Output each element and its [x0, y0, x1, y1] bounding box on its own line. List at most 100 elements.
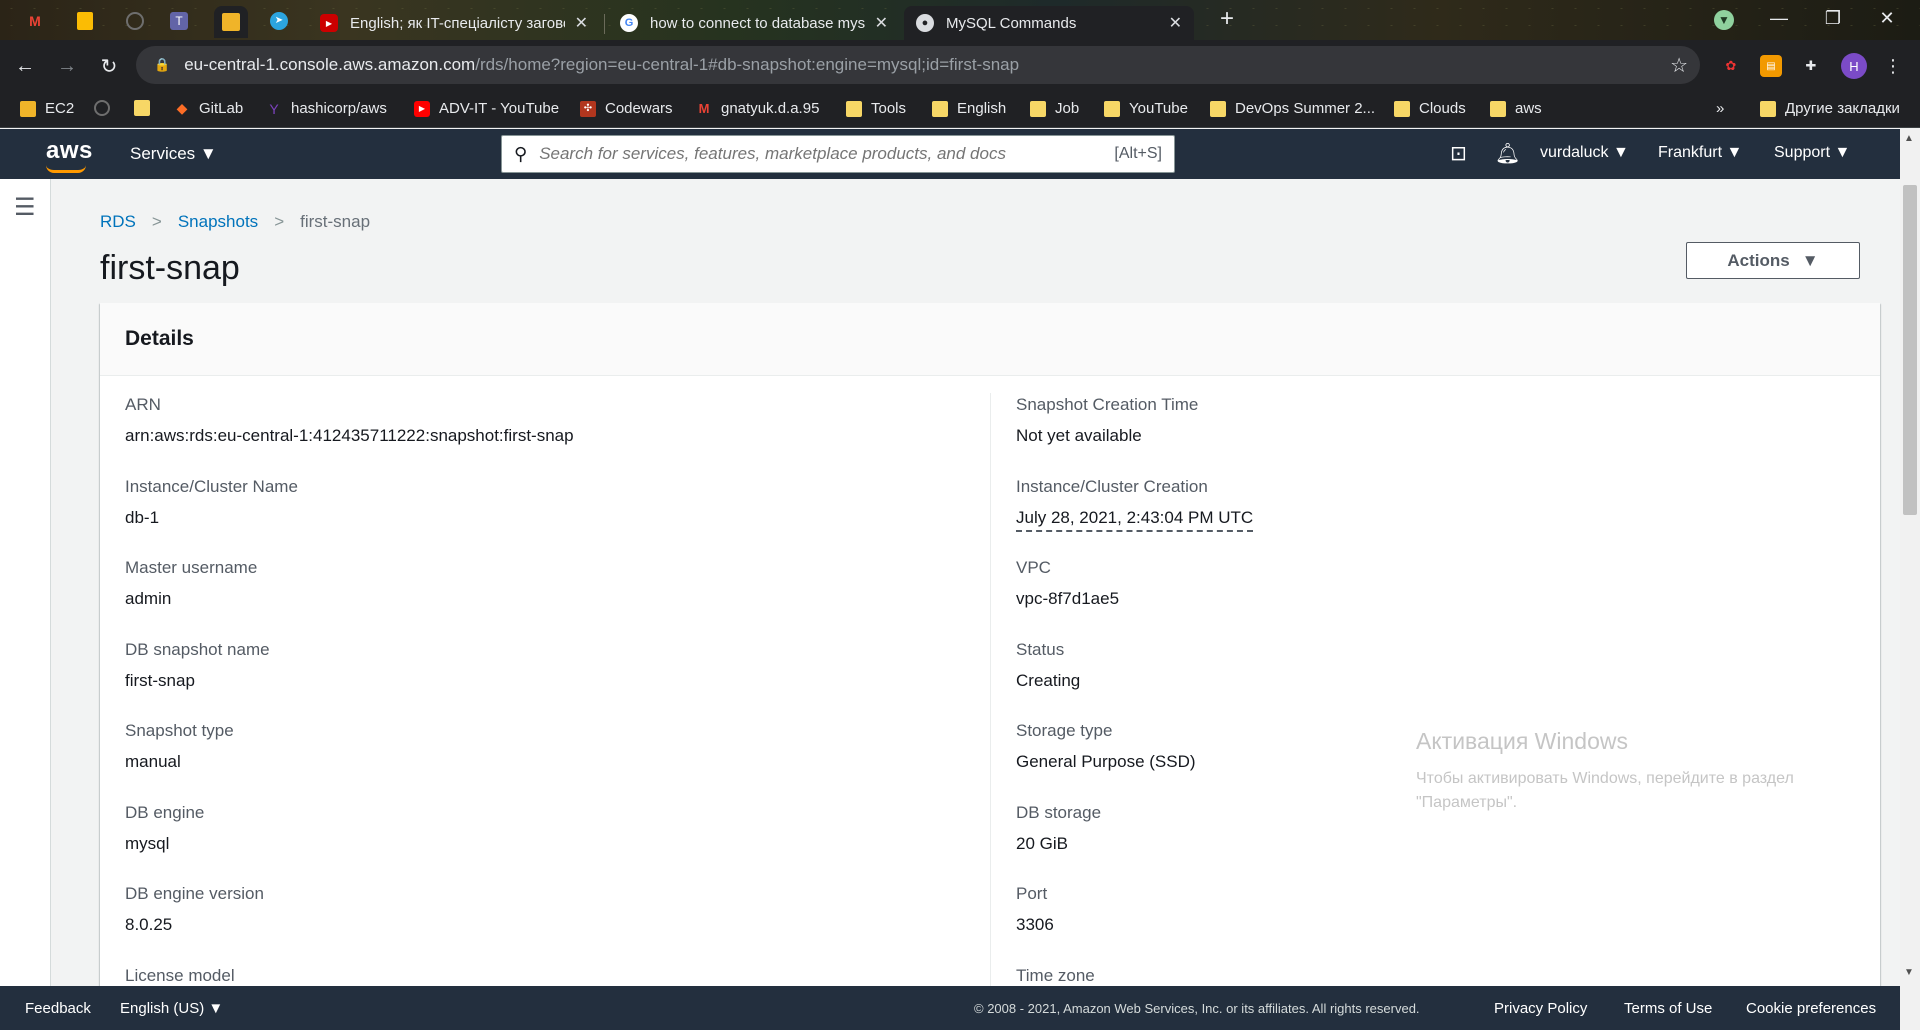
- terms-of-use-link[interactable]: Terms of Use: [1624, 1000, 1712, 1017]
- gmail-pinned-tab[interactable]: M: [22, 8, 48, 34]
- github-icon: [94, 100, 110, 116]
- bookmark-hashicorp[interactable]: Yhashicorp/aws: [266, 100, 387, 117]
- bookmark-codewars[interactable]: ✣ Codewars: [580, 100, 673, 117]
- chevron-right-icon: >: [151, 212, 162, 231]
- folder-icon: [1490, 100, 1506, 117]
- detail-vpc: VPC vpc-8f7d1ae5: [1016, 558, 1120, 608]
- breadcrumb-current: first-snap: [300, 212, 371, 231]
- close-icon[interactable]: ✕: [875, 13, 888, 33]
- bookmark-adv-it[interactable]: ▶ ADV-IT - YouTube: [414, 100, 559, 117]
- detail-status: Status Creating: [1016, 639, 1081, 690]
- bookmark-keep[interactable]: [134, 100, 159, 116]
- detail-snapshot-type: Snapshot type manual: [125, 721, 234, 771]
- cloudshell-icon[interactable]: ⊡: [1450, 141, 1467, 166]
- breadcrumb-snapshots[interactable]: Snapshots: [178, 212, 258, 232]
- search-input[interactable]: [539, 144, 1100, 164]
- details-heading: Details: [100, 303, 1880, 376]
- scroll-up-icon[interactable]: ▲: [1904, 133, 1914, 144]
- detail-time-zone: Time zone: [1016, 965, 1095, 985]
- close-icon[interactable]: ✕: [575, 13, 588, 33]
- bookmark-github[interactable]: [94, 100, 119, 116]
- scrollbar-thumb[interactable]: [1903, 185, 1917, 515]
- detail-db-engine: DB engine mysql: [125, 802, 205, 853]
- detail-snapshot-creation-time: Snapshot Creation Time Not yet available: [1016, 395, 1199, 445]
- window-close-icon[interactable]: ✕: [1874, 8, 1900, 29]
- detail-snapshot-name: DB snapshot name first-snap: [125, 639, 270, 690]
- feedback-link[interactable]: Feedback: [25, 1000, 91, 1017]
- bookmark-folder-devops[interactable]: DevOps Summer 2...: [1210, 100, 1375, 117]
- bookmarks-overflow[interactable]: »: [1716, 100, 1724, 117]
- github-pinned-tab[interactable]: [122, 8, 148, 34]
- region-menu[interactable]: Frankfurt ▼: [1658, 144, 1742, 162]
- bookmark-star-icon[interactable]: ☆: [1670, 53, 1688, 78]
- support-menu[interactable]: Support ▼: [1774, 144, 1850, 162]
- aws-logo-smile: [46, 165, 86, 173]
- language-selector[interactable]: English (US) ▼: [120, 1000, 223, 1017]
- bookmark-folder-aws[interactable]: aws: [1490, 100, 1542, 117]
- new-tab-icon[interactable]: +: [1214, 5, 1240, 33]
- other-bookmarks[interactable]: Другие закладки: [1760, 100, 1900, 117]
- breadcrumb: RDS > Snapshots > first-snap: [100, 212, 370, 232]
- caret-down-icon: ▼: [1834, 144, 1851, 161]
- detail-master-username: Master username admin: [125, 558, 258, 608]
- privacy-policy-link[interactable]: Privacy Policy: [1494, 1000, 1587, 1017]
- detail-port: Port 3306: [1016, 884, 1054, 934]
- scroll-down-icon[interactable]: ▼: [1904, 967, 1914, 978]
- bookmark-folder-tools[interactable]: Tools: [846, 100, 906, 117]
- bookmarks-bar: EC2 ◆ GitLab Yhashicorp/aws ▶ ADV-IT - You…: [0, 92, 1920, 128]
- services-menu[interactable]: Services ▼: [130, 144, 217, 164]
- terraform-icon: Y: [269, 100, 279, 117]
- page-title: first-snap: [100, 249, 240, 287]
- cookie-preferences-link[interactable]: Cookie preferences: [1746, 1000, 1876, 1017]
- aws-pinned-tab[interactable]: [214, 6, 248, 38]
- extension-icon[interactable]: ✿: [1720, 55, 1742, 77]
- bookmark-folder-clouds[interactable]: Clouds: [1394, 100, 1466, 117]
- keep-pinned-tab[interactable]: [72, 8, 98, 34]
- bookmark-folder-job[interactable]: Job: [1030, 100, 1079, 117]
- extension-icon[interactable]: ▤: [1760, 55, 1782, 77]
- tab-how-to-connect[interactable]: G how to connect to database mysql ✕: [608, 6, 900, 40]
- menu-icon[interactable]: ⋮: [1882, 55, 1904, 77]
- caret-down-icon: ▼: [1801, 250, 1819, 270]
- bookmark-folder-youtube[interactable]: YouTube: [1104, 100, 1188, 117]
- bookmark-gitlab[interactable]: ◆ GitLab: [174, 100, 244, 117]
- console-footer: Feedback English (US) ▼ © 2008 - 2021, A…: [0, 986, 1900, 1030]
- details-panel: Details ARN arn:aws:rds:eu-central-1:4124…: [100, 303, 1880, 986]
- url-bar[interactable]: 🔒 eu-central-1.console.aws.amazon.com/rd…: [136, 46, 1700, 84]
- actions-button[interactable]: Actions ▼: [1686, 242, 1860, 279]
- bell-icon[interactable]: 🔔︎: [1495, 141, 1520, 166]
- chevron-right-icon: >: [274, 212, 285, 231]
- instance-creation-time[interactable]: July 28, 2021, 2:43:04 PM UTC: [1016, 506, 1254, 532]
- folder-icon: [1210, 100, 1226, 117]
- caret-down-icon: ▼: [208, 1000, 224, 1017]
- console-search[interactable]: ⚲ [Alt+S]: [501, 135, 1175, 173]
- tab-mysql-commands[interactable]: ● MySQL Commands ✕: [904, 6, 1194, 40]
- reload-icon[interactable]: ↻: [92, 54, 126, 79]
- account-menu[interactable]: vurdaluck ▼: [1540, 144, 1629, 162]
- profile-status-icon[interactable]: ▼: [1711, 8, 1737, 30]
- bookmark-ec2[interactable]: EC2: [20, 100, 74, 117]
- aws-logo[interactable]: aws: [46, 137, 93, 165]
- main-content: RDS > Snapshots > first-snap first-snap …: [52, 179, 1900, 986]
- close-icon[interactable]: ✕: [1169, 13, 1182, 33]
- youtube-icon: ▶: [414, 100, 430, 117]
- menu-toggle-icon[interactable]: ☰: [14, 193, 36, 222]
- keep-icon: [134, 100, 150, 116]
- teams-pinned-tab[interactable]: T: [166, 8, 192, 34]
- bookmark-gmail[interactable]: Mgnatyuk.d.a.95: [696, 100, 820, 117]
- detail-engine-version: DB engine version 8.0.25: [125, 884, 264, 934]
- codewars-icon: ✣: [580, 100, 596, 117]
- tab-separator: [604, 14, 605, 34]
- breadcrumb-rds[interactable]: RDS: [100, 212, 136, 232]
- minimize-icon[interactable]: —: [1766, 8, 1792, 29]
- page-scrollbar[interactable]: ▲ ▼: [1900, 129, 1920, 1030]
- youtube-icon: ▶: [320, 14, 338, 32]
- back-icon[interactable]: ←: [8, 55, 42, 78]
- tab-english[interactable]: ▶ English; як IT-спеціалісту заговорити …: [308, 6, 600, 40]
- restore-icon[interactable]: ❐: [1820, 8, 1846, 29]
- telegram-pinned-tab[interactable]: ➤: [266, 8, 292, 34]
- forward-icon[interactable]: →: [50, 55, 84, 78]
- puzzle-icon[interactable]: ✚: [1800, 55, 1822, 77]
- bookmark-folder-english[interactable]: English: [932, 100, 1006, 117]
- avatar[interactable]: H: [1841, 53, 1867, 79]
